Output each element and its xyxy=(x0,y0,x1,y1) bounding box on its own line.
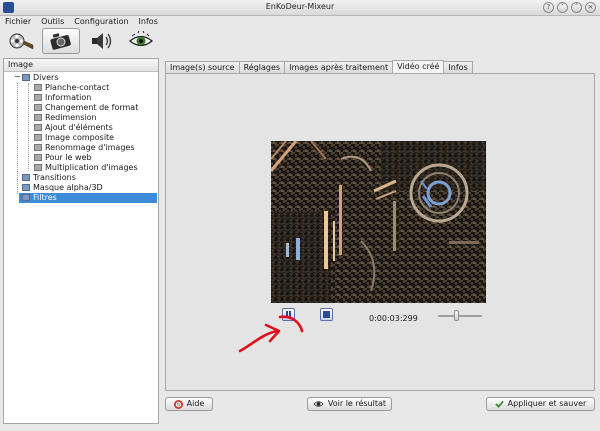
close-icon[interactable]: × xyxy=(585,2,596,13)
window-controls: ? ˅ ˄ × xyxy=(543,2,596,13)
folder-icon xyxy=(22,74,30,81)
playback-slider-handle[interactable] xyxy=(454,310,460,321)
folder-icon xyxy=(22,194,30,201)
maximize-icon[interactable]: ˄ xyxy=(571,2,582,13)
tree-item-redimension[interactable]: Redimension xyxy=(34,113,97,123)
collapse-toggle-icon[interactable]: − xyxy=(14,73,21,81)
tree-item-information[interactable]: Information xyxy=(34,93,91,103)
video-preview xyxy=(271,141,486,303)
apply-save-button[interactable]: Appliquer et sauver xyxy=(486,397,595,411)
tree-connector xyxy=(17,83,18,194)
stop-button[interactable] xyxy=(320,308,333,321)
red-arrow-annotation xyxy=(238,315,304,353)
tree-item-multiplication-images[interactable]: Multiplication d'images xyxy=(34,163,138,173)
view-result-button[interactable]: Voir le résultat xyxy=(307,397,392,411)
window-title: EnKoDeur-Mixeur xyxy=(265,2,335,11)
title-bar: EnKoDeur-Mixeur ? ˅ ˄ × xyxy=(0,0,600,16)
menu-infos[interactable]: Infos xyxy=(134,15,163,28)
film-reel-icon xyxy=(9,33,34,50)
tab-video-cree[interactable]: Vidéo créé xyxy=(392,60,445,73)
tab-reglages[interactable]: Réglages xyxy=(238,61,286,73)
audio-mode-button[interactable] xyxy=(82,28,120,54)
speaker-icon xyxy=(92,33,112,49)
eye-icon xyxy=(313,401,324,407)
folder-icon xyxy=(22,184,30,191)
video-tab-panel: 0:00:03:299 xyxy=(165,73,595,391)
image-mode-button[interactable] xyxy=(42,28,80,54)
tree-header: Image xyxy=(4,59,158,72)
item-icon xyxy=(34,114,42,121)
checkmark-icon xyxy=(494,400,504,408)
tree-item-planche-contact[interactable]: Planche-contact xyxy=(34,83,109,93)
help-window-icon[interactable]: ? xyxy=(543,2,554,13)
eye-icon xyxy=(128,31,154,47)
tab-infos[interactable]: Infos xyxy=(443,61,473,73)
menu-configuration[interactable]: Configuration xyxy=(69,15,133,28)
tab-images-apres-traitement[interactable]: Images après traitement xyxy=(284,61,394,73)
stop-icon xyxy=(323,311,330,318)
item-icon xyxy=(34,94,42,101)
lifebuoy-icon xyxy=(173,399,183,409)
item-icon xyxy=(34,164,42,171)
tree-item-transitions[interactable]: Transitions xyxy=(22,173,76,183)
menu-outils[interactable]: Outils xyxy=(36,15,69,28)
tree-item-divers[interactable]: Divers xyxy=(22,73,59,83)
playback-slider-track[interactable] xyxy=(438,315,482,317)
camera-icon xyxy=(50,33,71,50)
tab-images-source[interactable]: Image(s) source xyxy=(165,61,240,73)
tree-item-image-composite[interactable]: Image composite xyxy=(34,133,114,143)
item-icon xyxy=(34,134,42,141)
menu-fichier[interactable]: Fichier xyxy=(0,15,36,28)
playback-time: 0:00:03:299 xyxy=(369,314,418,323)
item-icon xyxy=(34,124,42,131)
tree-item-ajout-elements[interactable]: Ajout d'éléments xyxy=(34,123,113,133)
view-mode-button[interactable] xyxy=(122,28,160,54)
category-tree: Image − Divers Planche-contact Informati… xyxy=(3,58,159,424)
tree-item-masque-alpha-3d[interactable]: Masque alpha/3D xyxy=(22,183,103,193)
help-button[interactable]: Aide xyxy=(165,397,213,411)
tree-connector xyxy=(28,83,29,171)
item-icon xyxy=(34,154,42,161)
tree-item-changement-format[interactable]: Changement de format xyxy=(34,103,138,113)
tree-item-filtres[interactable]: Filtres xyxy=(19,193,157,203)
tab-bar: Image(s) source Réglages Images après tr… xyxy=(165,60,473,73)
item-icon xyxy=(34,104,42,111)
video-frame-image xyxy=(271,141,486,303)
item-icon xyxy=(34,144,42,151)
tree-item-renommage-images[interactable]: Renommage d'images xyxy=(34,143,134,153)
menu-bar: Fichier Outils Configuration Infos xyxy=(0,15,600,28)
tree-item-pour-le-web[interactable]: Pour le web xyxy=(34,153,92,163)
minimize-icon[interactable]: ˅ xyxy=(557,2,568,13)
item-icon xyxy=(34,84,42,91)
toolbar xyxy=(2,28,160,56)
folder-icon xyxy=(22,174,30,181)
film-mode-button[interactable] xyxy=(2,28,40,54)
